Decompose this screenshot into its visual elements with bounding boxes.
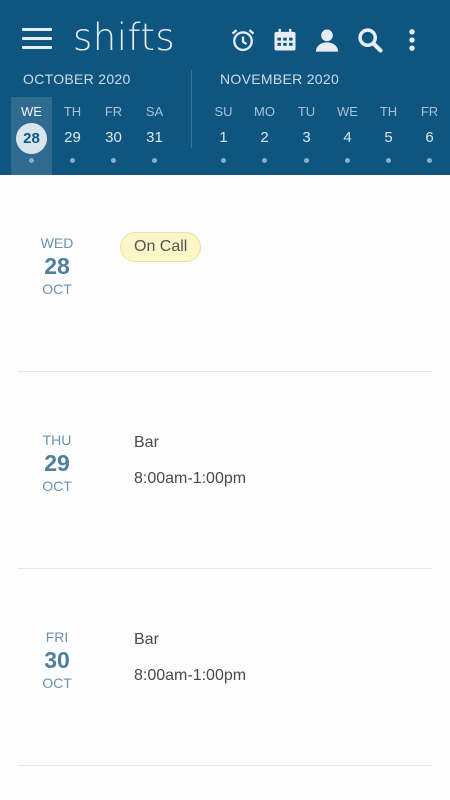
app-header: shifts OCTOBER 2020 NOVEMBER 2020 WE 28 … xyxy=(0,0,450,175)
week-day-3[interactable]: TU 3 xyxy=(286,97,327,175)
week-day-2[interactable]: MO 2 xyxy=(244,97,285,175)
app-title: shifts xyxy=(73,16,176,59)
agenda-date: WED 28 OCT xyxy=(18,235,96,297)
day-number: 2 xyxy=(260,129,269,146)
agenda-month: OCT xyxy=(42,478,72,494)
agenda-date: THU 29 OCT xyxy=(18,432,96,494)
agenda-month: OCT xyxy=(42,281,72,297)
search-icon[interactable] xyxy=(356,26,384,54)
day-number: 1 xyxy=(219,129,228,146)
day-number: 30 xyxy=(105,129,122,146)
day-number: 29 xyxy=(64,129,81,146)
agenda-day-fri-30: FRI 30 OCT Bar 8:00am-1:00pm xyxy=(18,570,432,766)
day-name: WE xyxy=(21,104,42,119)
agenda-day-wed-28: WED 28 OCT On Call xyxy=(18,176,432,372)
event-dot xyxy=(29,158,34,163)
agenda-day-number: 30 xyxy=(44,647,70,673)
week-day-5[interactable]: TH 5 xyxy=(368,97,409,175)
day-number: 3 xyxy=(302,129,311,146)
shift-entry[interactable]: Bar 8:00am-1:00pm xyxy=(134,631,246,685)
week-day-1[interactable]: SU 1 xyxy=(203,97,244,175)
event-dot xyxy=(427,158,432,163)
month-label-october: OCTOBER 2020 xyxy=(23,71,131,87)
event-dot xyxy=(111,158,116,163)
agenda-weekday: THU xyxy=(42,432,72,448)
week-day-29[interactable]: TH 29 xyxy=(52,97,93,175)
week-day-31[interactable]: SA 31 xyxy=(134,97,175,175)
agenda-day-number: 29 xyxy=(44,450,70,476)
agenda-day-thu-29: THU 29 OCT Bar 8:00am-1:00pm xyxy=(18,373,432,569)
day-name: TH xyxy=(379,104,398,119)
day-name: MO xyxy=(254,104,275,119)
on-call-badge[interactable]: On Call xyxy=(120,232,202,262)
event-dot xyxy=(304,158,309,163)
shift-name: Bar xyxy=(134,434,159,451)
agenda-weekday: FRI xyxy=(45,629,69,645)
event-dot xyxy=(262,158,267,163)
event-dot xyxy=(152,158,157,163)
event-dot xyxy=(345,158,350,163)
shift-name: Bar xyxy=(134,631,159,648)
month-label-november: NOVEMBER 2020 xyxy=(220,71,340,87)
day-name: FR xyxy=(420,104,439,119)
toolbar: shifts xyxy=(0,0,450,72)
day-number: 31 xyxy=(146,129,163,146)
shift-time: 8:00am-1:00pm xyxy=(134,667,247,684)
shift-time: 8:00am-1:00pm xyxy=(134,470,247,487)
more-vert-icon[interactable] xyxy=(398,26,426,54)
day-number: 28 xyxy=(16,123,47,154)
shift-entry[interactable]: Bar 8:00am-1:00pm xyxy=(134,434,246,488)
calendar-icon[interactable] xyxy=(271,26,299,54)
week-day-4[interactable]: WE 4 xyxy=(327,97,368,175)
day-number: 4 xyxy=(343,129,352,146)
week-day-28[interactable]: WE 28 xyxy=(11,97,52,175)
agenda-weekday: WED xyxy=(40,235,74,251)
day-name: SA xyxy=(145,104,164,119)
day-name: TU xyxy=(297,104,316,119)
event-dot xyxy=(221,158,226,163)
month-divider xyxy=(191,70,192,148)
event-dot xyxy=(386,158,391,163)
menu-icon[interactable] xyxy=(22,28,52,50)
week-day-6[interactable]: FR 6 xyxy=(409,97,450,175)
person-icon[interactable] xyxy=(313,26,341,54)
agenda-month: OCT xyxy=(42,675,72,691)
day-number: 5 xyxy=(384,129,393,146)
event-dot xyxy=(70,158,75,163)
alarm-icon[interactable] xyxy=(229,26,257,54)
day-name: FR xyxy=(104,104,123,119)
day-name: WE xyxy=(337,104,358,119)
day-name: SU xyxy=(214,104,233,119)
week-day-30[interactable]: FR 30 xyxy=(93,97,134,175)
agenda-day-number: 28 xyxy=(44,253,70,279)
day-number: 6 xyxy=(425,129,434,146)
day-name: TH xyxy=(63,104,82,119)
agenda-date: FRI 30 OCT xyxy=(18,629,96,691)
